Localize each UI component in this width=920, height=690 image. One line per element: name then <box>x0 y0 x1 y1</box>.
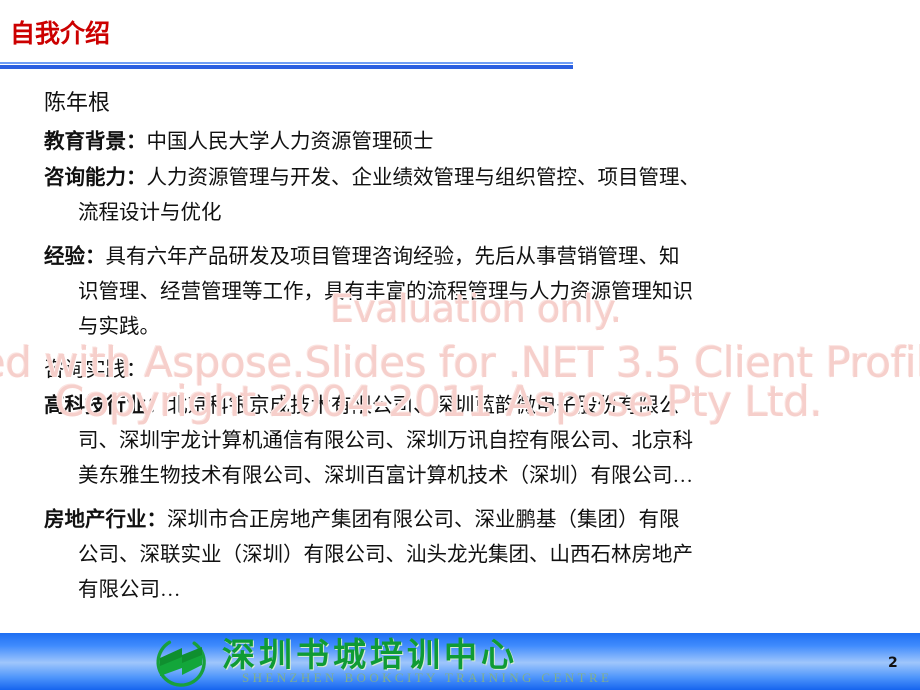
practice-heading: 咨询实践： <box>44 359 147 381</box>
realestate-row: 房地产行业：深圳市合正房地产集团有限公司、深业鹏基（集团）有限 <box>44 502 904 538</box>
hightech-label: 高科技行业： <box>44 393 167 417</box>
person-name: 陈年根 <box>44 90 111 115</box>
education-row: 教育背景：中国人民大学人力资源管理硕士 <box>44 124 904 160</box>
page-number: 2 <box>888 655 898 671</box>
title-divider <box>0 62 573 69</box>
divider-thin-line <box>0 62 573 64</box>
slide-canvas: 自我介绍 陈年根 教育背景：中国人民大学人力资源管理硕士 咨询能力：人力资源管理… <box>0 0 920 690</box>
hightech-value-line2: 司、深圳宇龙计算机通信有限公司、深圳万讯自控有限公司、北京科 <box>78 430 693 452</box>
experience-value: 具有六年产品研发及项目管理咨询经验，先后从事营销管理、知 <box>105 246 680 268</box>
consulting-skills-value-line2: 流程设计与优化 <box>78 202 222 224</box>
realestate-label: 房地产行业： <box>44 507 167 531</box>
realestate-value-line3: 有限公司… <box>78 579 181 601</box>
experience-value-line2: 识管理、经营管理等工作，具有丰富的流程管理与人力资源管理知识 <box>78 281 693 303</box>
hightech-value-line3: 美东雅生物技术有限公司、深圳百富计算机技术（深圳）有限公司… <box>78 465 693 487</box>
realestate-value: 深圳市合正房地产集团有限公司、深业鹏基（集团）有限 <box>167 509 680 531</box>
page-title: 自我介绍 <box>10 19 111 48</box>
divider-thick-line <box>0 65 573 69</box>
realestate-value-line2: 公司、深联实业（深圳）有限公司、汕头龙光集团、山西石林房地产 <box>78 544 693 566</box>
education-value: 中国人民大学人力资源管理硕士 <box>146 131 434 153</box>
experience-row: 经验：具有六年产品研发及项目管理咨询经验，先后从事营销管理、知 <box>44 239 904 275</box>
experience-label: 经验： <box>44 244 106 268</box>
slide-body: 陈年根 教育背景：中国人民大学人力资源管理硕士 咨询能力：人力资源管理与开发、企… <box>44 86 904 608</box>
footer-logo-text-en: SHENZHEN BOOKCITY TRAINING CENTRE <box>242 670 613 685</box>
hightech-value: 北京科银京成技术有限公司、深圳蓝韵微电子股份有限公 <box>167 395 680 417</box>
bookcity-logo-icon <box>156 637 206 687</box>
education-label: 教育背景： <box>44 129 147 153</box>
experience-value-line3: 与实践。 <box>78 316 160 338</box>
consulting-skills-row: 咨询能力：人力资源管理与开发、企业绩效管理与组织管控、项目管理、 <box>44 160 904 196</box>
footer-logo-text-cn: 深圳书城培训中心 <box>222 635 518 674</box>
hightech-row: 高科技行业：北京科银京成技术有限公司、深圳蓝韵微电子股份有限公 <box>44 388 904 424</box>
consulting-skills-label: 咨询能力： <box>44 165 147 189</box>
consulting-skills-value: 人力资源管理与开发、企业绩效管理与组织管控、项目管理、 <box>146 167 701 189</box>
